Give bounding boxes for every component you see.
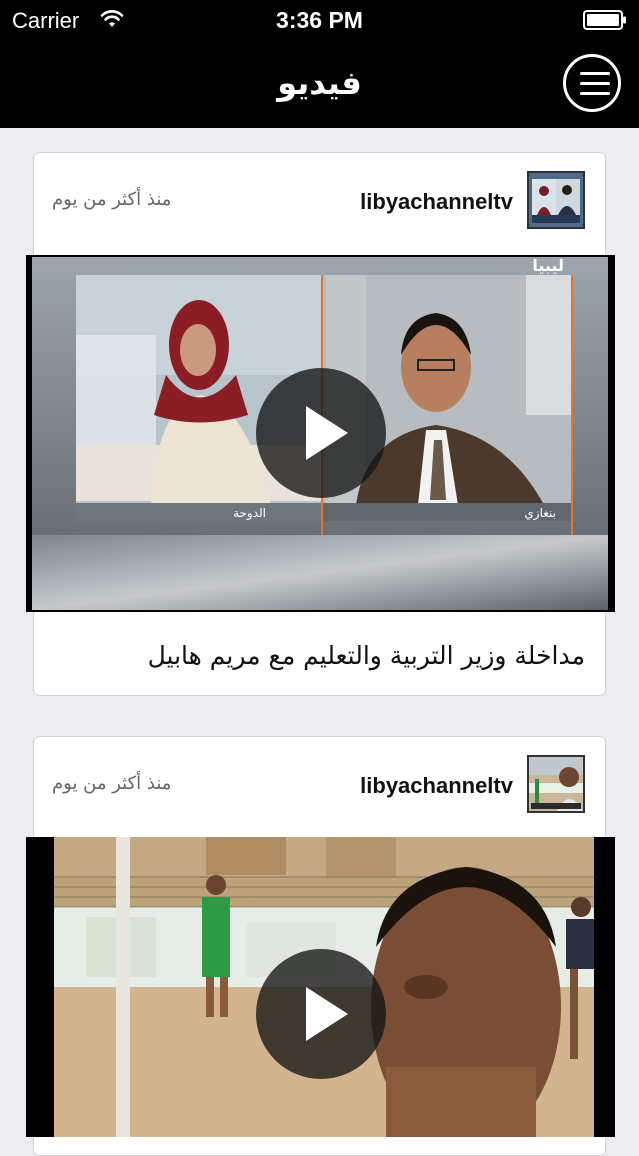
status-bar: Carrier 3:36 PM xyxy=(0,0,639,40)
channel-avatar[interactable] xyxy=(527,171,585,229)
right-caption: بنغازي xyxy=(524,506,556,521)
video-card[interactable]: منذ أكثر من يوم libyachanneltv xyxy=(26,736,615,1156)
card-header: منذ أكثر من يوم libyachanneltv xyxy=(34,737,605,837)
avatar-thumbnail-image xyxy=(529,757,583,811)
channel-avatar[interactable] xyxy=(527,755,585,813)
page-title: فيديو xyxy=(277,64,362,102)
time-ago: منذ أكثر من يوم xyxy=(52,189,172,210)
channel-logo: ليبيا xyxy=(532,256,564,275)
video-thumbnail[interactable]: الدوحة بنغازي ليبيا xyxy=(26,255,615,612)
video-thumbnail[interactable] xyxy=(26,837,615,1137)
hamburger-menu-icon[interactable] xyxy=(563,54,621,112)
play-button[interactable] xyxy=(256,949,386,1079)
play-button[interactable] xyxy=(256,368,386,498)
play-icon xyxy=(306,987,348,1041)
card-header: منذ أكثر من يوم libyachanneltv xyxy=(34,153,605,253)
status-time: 3:36 PM xyxy=(276,7,363,33)
time-ago: منذ أكثر من يوم xyxy=(52,773,172,794)
play-icon xyxy=(306,406,348,460)
channel-name[interactable]: libyachanneltv xyxy=(360,773,513,799)
battery-icon xyxy=(583,10,626,30)
left-caption: الدوحة xyxy=(233,506,266,521)
channel-name[interactable]: libyachanneltv xyxy=(360,189,513,215)
video-card[interactable]: منذ أكثر من يوم libyachanneltv xyxy=(26,152,615,696)
avatar-thumbnail-image xyxy=(529,173,583,227)
video-title[interactable]: مداخلة وزير التربية والتعليم مع مريم هاب… xyxy=(148,641,585,670)
nav-bar: فيديو xyxy=(0,40,639,128)
